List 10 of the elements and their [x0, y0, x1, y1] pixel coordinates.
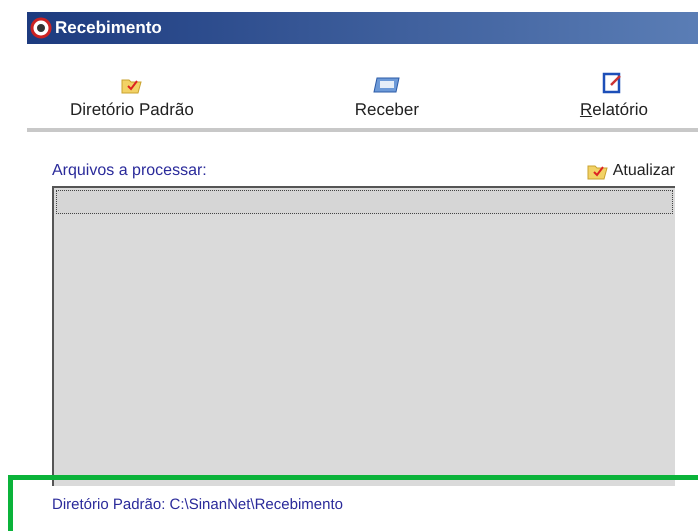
- app-icon: [30, 17, 52, 39]
- toolbar-button[interactable]: Receber: [354, 76, 419, 120]
- list-row[interactable]: [56, 190, 673, 214]
- status-text: Diretório Padrão: C:\SinanNet\Recebimento: [51, 495, 344, 513]
- refresh-button[interactable]: Atualizar: [586, 162, 675, 180]
- window-title: Recebimento: [55, 18, 162, 38]
- list-label: Arquivos a processar:: [52, 162, 207, 180]
- toolbar-button[interactable]: Diretório Padrão: [70, 76, 194, 120]
- toolbar-button[interactable]: Relatório: [580, 72, 648, 120]
- tray-icon: [372, 76, 401, 94]
